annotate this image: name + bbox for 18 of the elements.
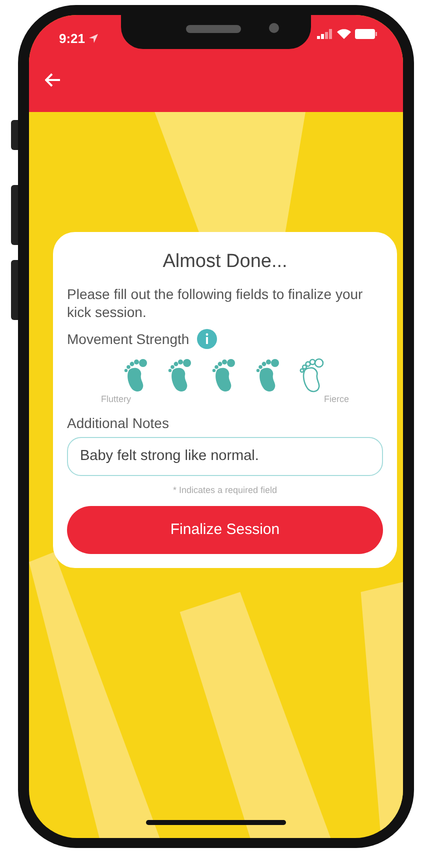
signal-icon: [317, 29, 333, 39]
back-arrow-icon[interactable]: [45, 72, 61, 87]
required-note: * Indicates a required field: [172, 484, 278, 498]
finalize-button[interactable]: Finalize Session: [67, 506, 383, 554]
card-title: Almost Done...: [162, 250, 288, 274]
status-time: 9:21: [59, 30, 86, 48]
notes-field[interactable]: Baby felt strong like normal.: [67, 436, 383, 476]
battery-icon: [355, 29, 377, 39]
info-icon[interactable]: [197, 328, 218, 349]
min-label: Fluttery: [101, 392, 132, 406]
camera-icon: [269, 23, 279, 33]
max-label: Fierce: [324, 392, 349, 406]
speaker-icon: [186, 25, 241, 33]
wifi-icon: [337, 29, 351, 39]
strength-label: Movement Strength: [67, 330, 190, 348]
intro-text: Please fill out the following fields to finalize your kick session.: [67, 284, 364, 321]
location-icon: [89, 34, 98, 44]
notes-label: Additional Notes: [67, 414, 170, 433]
